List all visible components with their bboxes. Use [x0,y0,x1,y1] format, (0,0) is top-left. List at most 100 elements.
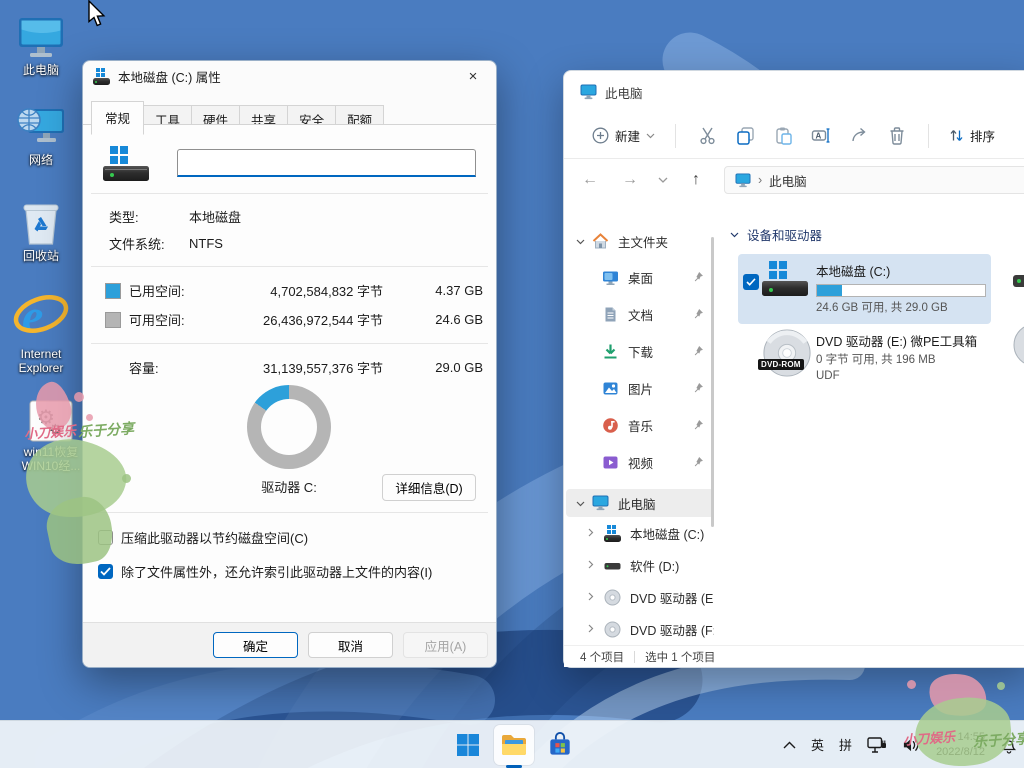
drive-icon-large [103,146,149,181]
chevron-right-icon[interactable] [588,590,604,604]
ime-mode-indicator[interactable]: 拼 [839,735,852,754]
recycle-bin-icon [8,198,74,246]
volume-label-input[interactable] [177,149,476,177]
explorer-toolbar: 新建 A 排序 [564,113,1024,159]
used-space-bytes: 4,702,584,832 字节 [223,281,383,300]
dvd-rom-badge: DVD-ROM [758,359,804,370]
ime-language-indicator[interactable]: 英 [811,735,824,754]
type-label: 类型: [109,207,189,226]
filesystem-label: 文件系统: [109,234,189,253]
sidebar-item-dvd-e[interactable]: DVD 驱动器 (E:) [566,581,714,613]
index-checkbox[interactable] [98,564,113,579]
drive-item-c[interactable]: 本地磁盘 (C:) 24.6 GB 可用, 共 29.0 GB [738,254,991,324]
desktop-icon-win11-restore[interactable]: ⚙⚙ win11恢复 WIN10经... [18,398,84,474]
sidebar-item-downloads[interactable]: 下载 [566,333,714,370]
drive-item-dvd-e[interactable]: DVD-ROM DVD 驱动器 (E:) 微PE工具箱 0 字节 可用, 共 1… [738,324,991,392]
sidebar-item-desktop[interactable]: 桌面 [566,259,714,296]
chevron-down-icon[interactable] [576,234,592,248]
capacity-bytes: 31,139,557,376 字节 [223,358,383,377]
sidebar-item-local-disk-c[interactable]: 本地磁盘 (C:) [566,517,714,549]
capacity-size: 29.0 GB [391,360,483,375]
chevron-right-icon[interactable] [588,526,604,540]
share-icon[interactable] [840,120,878,152]
selection-checkbox[interactable] [743,274,759,290]
microsoft-store-icon [548,732,572,757]
chevron-down-icon [646,133,655,139]
drive-caption: 驱动器 C: [204,473,374,503]
sidebar-item-music[interactable]: 音乐 [566,407,714,444]
free-space-bytes: 26,436,972,544 字节 [223,310,383,329]
capacity-bar-fill [817,285,842,296]
details-button[interactable]: 详细信息(D) [382,474,476,501]
up-icon[interactable]: ↑ [684,171,708,189]
desktop-icon-internet-explorer[interactable]: e Internet Explorer [8,286,74,376]
explorer-titlebar[interactable]: 此电脑 [564,71,1024,113]
microsoft-store-taskbar-button[interactable] [540,725,580,765]
drive-icon [93,68,110,85]
check-icon [100,567,111,576]
system-tray: 英 拼 14:55 2022/8/12 z [783,721,1018,768]
sort-button[interactable]: 排序 [941,120,1003,151]
compress-checkbox[interactable] [98,530,113,545]
capacity-bar [816,284,986,297]
forward-icon[interactable]: → [618,171,642,189]
chevron-right-icon[interactable] [588,558,604,572]
cancel-button[interactable]: 取消 [308,632,393,658]
volume-icon[interactable] [902,737,921,753]
sidebar-item-pictures[interactable]: 图片 [566,370,714,407]
apply-button[interactable]: 应用(A) [403,632,488,658]
free-space-size: 24.6 GB [391,312,483,327]
chevron-down-icon [730,232,739,238]
explorer-body: 主文件夹 桌面 文档 下载 图片 [564,201,1024,645]
taskbar-clock[interactable]: 14:55 2022/8/12 [936,730,985,760]
address-bar[interactable]: › 此电脑 [724,166,1024,194]
compress-checkbox-row[interactable]: 压缩此驱动器以节约磁盘空间(C) [83,528,496,547]
close-icon[interactable]: × [450,61,496,91]
index-checkbox-row[interactable]: 除了文件属性外，还允许索引此驱动器上文件的内容(I) [83,562,496,581]
sidebar-item-drive-d[interactable]: 软件 (D:) [566,549,714,581]
videos-folder-icon [602,454,619,471]
sidebar-item-videos[interactable]: 视频 [566,444,714,481]
chevron-right-icon[interactable] [588,622,604,636]
ok-button[interactable]: 确定 [213,632,298,658]
copy-icon[interactable] [726,120,764,152]
free-space-swatch [105,312,121,328]
dialog-titlebar[interactable]: 本地磁盘 (C:) 属性 × [83,61,496,91]
separator [91,193,488,194]
taskbar-center [448,725,580,765]
paste-icon[interactable] [764,120,802,152]
sidebar-item-documents[interactable]: 文档 [566,296,714,333]
delete-icon[interactable] [878,120,916,152]
toolbar-divider [675,124,676,148]
drive-name: DVD 驱动器 (E:) 微PE工具箱 [816,331,983,350]
home-icon [592,233,609,250]
clock-date: 2022/8/12 [936,745,985,760]
sidebar-item-home[interactable]: 主文件夹 [566,223,714,259]
group-header-devices[interactable]: 设备和驱动器 [730,225,1024,244]
sidebar-scrollbar[interactable] [711,237,714,527]
desktop-icon-recycle-bin[interactable]: 回收站 [8,198,74,263]
desktop-icon-this-pc[interactable]: 此电脑 [8,12,74,77]
desktop-icon-label: 此电脑 [8,63,74,77]
tray-chevron-up-icon[interactable] [783,741,796,749]
explorer-navbar: ← → ↑ › 此电脑 [564,159,1024,201]
back-icon[interactable]: ← [578,171,602,189]
drive-name: 本地磁盘 (C:) [816,261,983,280]
breadcrumb-root[interactable]: 此电脑 [769,171,807,190]
cut-icon[interactable] [688,120,726,152]
new-button[interactable]: 新建 [584,120,663,151]
notification-bell-sleep-icon[interactable]: z [1000,736,1018,754]
tab-general[interactable]: 常规 [91,101,144,135]
mouse-cursor [86,0,106,31]
start-button[interactable] [448,725,488,765]
rename-icon[interactable]: A [802,120,840,152]
network-icon[interactable] [867,736,887,754]
chevron-down-icon[interactable] [576,496,592,510]
sidebar-item-this-pc[interactable]: 此电脑 [566,489,714,517]
desktop-icon-network[interactable]: 网络 [8,102,74,167]
file-explorer-taskbar-button[interactable] [494,725,534,765]
sidebar-item-dvd-f[interactable]: DVD 驱动器 (F:) [566,613,714,645]
check-icon [746,278,756,286]
pin-icon [693,271,704,285]
history-chevron-icon[interactable] [658,177,668,184]
